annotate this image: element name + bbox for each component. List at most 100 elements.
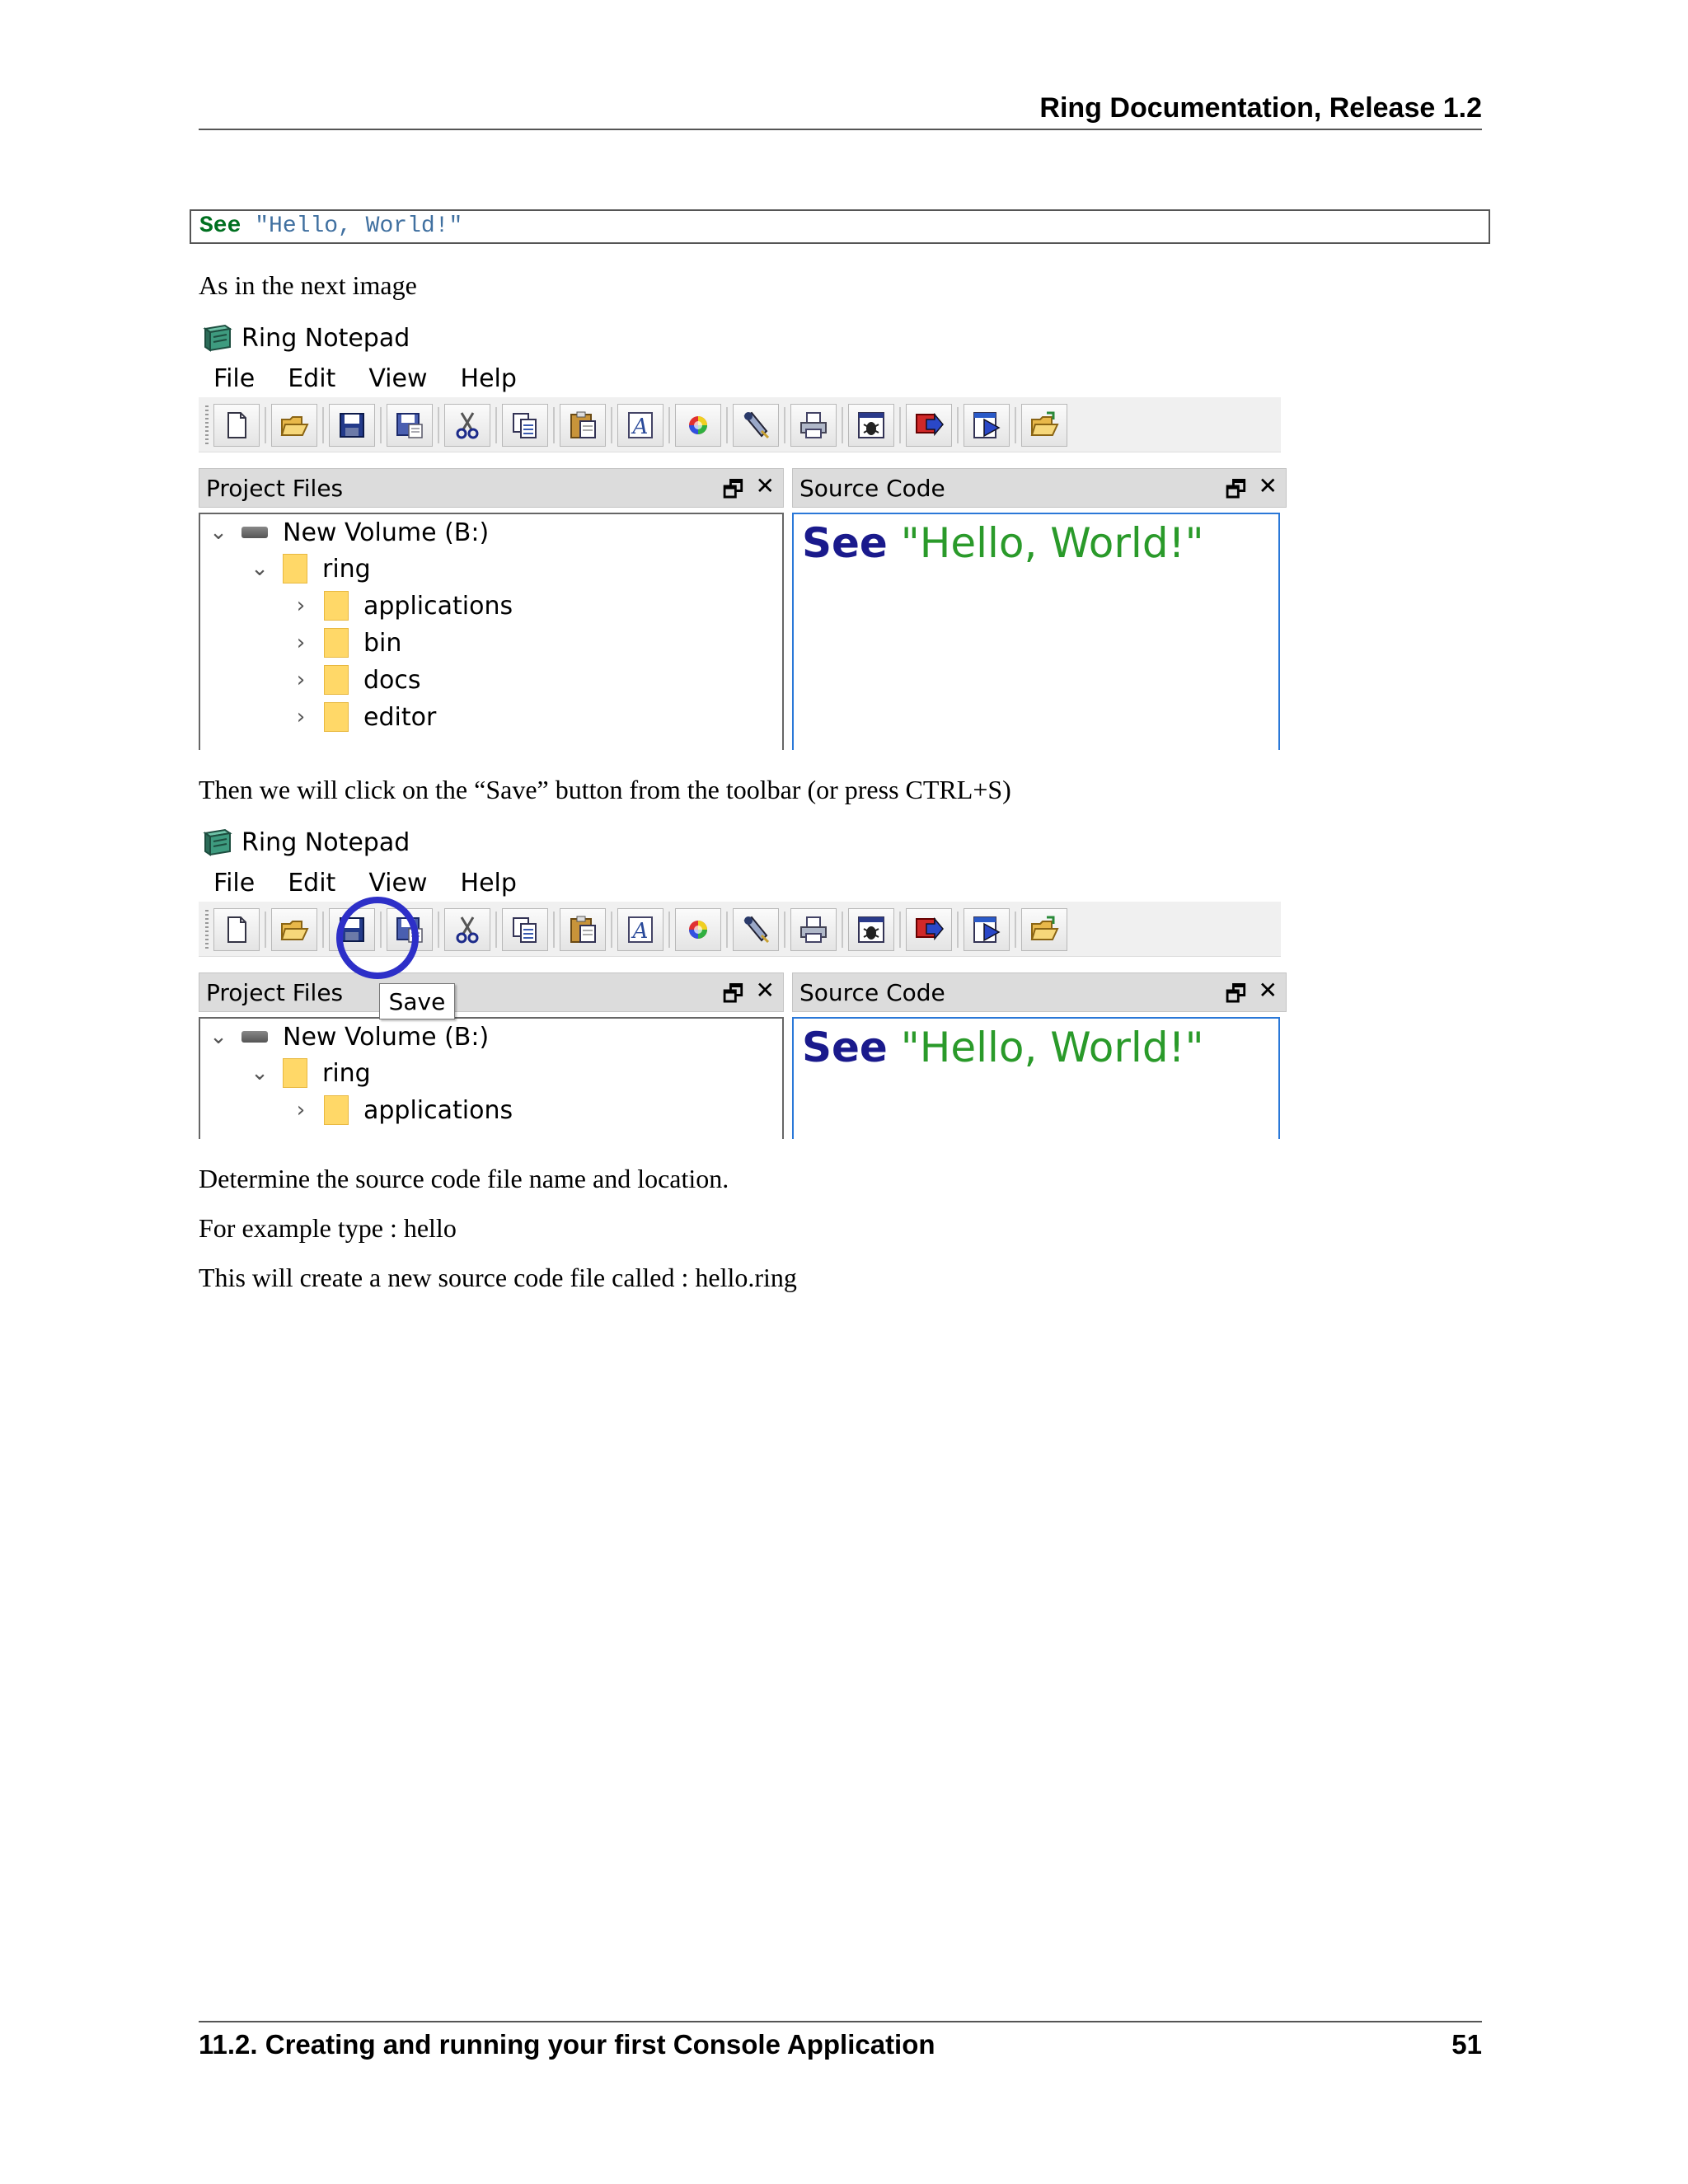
open-project-button[interactable] xyxy=(1021,404,1067,447)
chevron-right-icon[interactable]: › xyxy=(291,668,311,692)
menu-bar: File Edit View Help xyxy=(213,364,517,393)
tree-item-applications[interactable]: › applications xyxy=(291,588,513,624)
tree-item-docs[interactable]: › docs xyxy=(291,662,421,698)
tree-item-editor[interactable]: › editor xyxy=(291,699,436,735)
tree-item-applications[interactable]: › applications xyxy=(291,1092,513,1128)
dock-float-icon[interactable]: 🗗 xyxy=(722,977,743,1016)
paste-button[interactable] xyxy=(560,908,606,951)
chevron-down-icon[interactable]: ⌄ xyxy=(250,556,270,581)
copy-button[interactable] xyxy=(502,908,548,951)
debug-button[interactable] xyxy=(848,908,894,951)
run-no-console-button[interactable] xyxy=(964,404,1010,447)
color-button[interactable] xyxy=(675,908,721,951)
save-as-button[interactable] xyxy=(387,404,433,447)
menu-edit[interactable]: Edit xyxy=(288,869,335,898)
save-as-icon xyxy=(396,413,423,438)
save-highlight-circle xyxy=(336,897,419,979)
source-code-dock-title[interactable]: Source Code 🗗 ✕ xyxy=(792,972,1287,1012)
source-code-dock-title[interactable]: Source Code 🗗 ✕ xyxy=(792,468,1287,508)
run-no-console-button[interactable] xyxy=(964,908,1010,951)
svg-text:A: A xyxy=(631,919,649,944)
tree-item-label: ring xyxy=(322,1058,371,1088)
chevron-right-icon[interactable]: › xyxy=(291,630,311,655)
dock-close-icon[interactable]: ✕ xyxy=(756,472,775,512)
menu-file[interactable]: File xyxy=(213,364,255,393)
print-button[interactable] xyxy=(790,908,837,951)
menu-view[interactable]: View xyxy=(368,364,427,393)
tree-item-label: New Volume (B:) xyxy=(283,1022,490,1052)
source-code-editor[interactable]: See "Hello, World!" xyxy=(792,1017,1280,1139)
color-icon xyxy=(689,921,707,939)
menu-file[interactable]: File xyxy=(213,869,255,898)
open-project-button[interactable] xyxy=(1021,908,1067,951)
paste-button[interactable] xyxy=(560,404,606,447)
chevron-down-icon[interactable]: ⌄ xyxy=(209,1024,228,1049)
color-button[interactable] xyxy=(675,404,721,447)
font-button[interactable]: A xyxy=(617,908,663,951)
toolbar-grip[interactable] xyxy=(205,910,209,949)
open-button[interactable] xyxy=(271,404,317,447)
new-file-button[interactable] xyxy=(213,908,260,951)
run-button[interactable] xyxy=(906,908,952,951)
copy-button[interactable] xyxy=(502,404,548,447)
cut-button[interactable] xyxy=(444,908,490,951)
open-folder-icon xyxy=(280,416,309,436)
print-button[interactable] xyxy=(790,404,837,447)
folder-icon xyxy=(283,1058,307,1088)
chevron-right-icon[interactable]: › xyxy=(291,705,311,729)
dock-close-icon[interactable]: ✕ xyxy=(1259,977,1278,1016)
code-string: "Hello, World!" xyxy=(255,213,463,239)
cut-icon xyxy=(456,412,479,439)
run-button[interactable] xyxy=(906,404,952,447)
debug-button[interactable] xyxy=(848,404,894,447)
toolbar-grip[interactable] xyxy=(205,405,209,445)
menu-help[interactable]: Help xyxy=(461,869,517,898)
app-title: Ring Notepad xyxy=(241,323,410,353)
project-files-dock-title[interactable]: Project Files 🗗 ✕ xyxy=(199,972,784,1012)
run-icon xyxy=(916,412,944,437)
paragraph-4: For example type : hello xyxy=(199,1213,457,1243)
source-code-editor[interactable]: See "Hello, World!" xyxy=(792,513,1280,750)
menu-bar: File Edit View Help xyxy=(213,869,517,898)
tree-item-ring[interactable]: ⌄ ring xyxy=(250,551,371,587)
folder-icon xyxy=(283,554,307,583)
menu-view[interactable]: View xyxy=(368,869,427,898)
folder-icon xyxy=(324,1095,349,1125)
chevron-down-icon[interactable]: ⌄ xyxy=(209,520,228,545)
tree-item-label: editor xyxy=(363,702,437,732)
tree-item-label: applications xyxy=(363,1095,513,1125)
tree-item-drive[interactable]: ⌄ New Volume (B:) xyxy=(209,1019,489,1055)
open-button[interactable] xyxy=(271,908,317,951)
tools-button[interactable] xyxy=(733,404,779,447)
tree-item-bin[interactable]: › bin xyxy=(291,625,401,661)
dock-float-icon[interactable]: 🗗 xyxy=(1225,472,1246,512)
project-files-dock-title[interactable]: Project Files 🗗 ✕ xyxy=(199,468,784,508)
new-file-icon xyxy=(227,412,246,438)
dock-float-icon[interactable]: 🗗 xyxy=(722,472,743,512)
chevron-down-icon[interactable]: ⌄ xyxy=(250,1061,270,1085)
chevron-right-icon[interactable]: › xyxy=(291,593,311,618)
dock-float-icon[interactable]: 🗗 xyxy=(1225,977,1246,1016)
folder-icon xyxy=(324,591,349,621)
dock-close-icon[interactable]: ✕ xyxy=(756,977,775,1016)
menu-edit[interactable]: Edit xyxy=(288,364,335,393)
editor-string: "Hello, World!" xyxy=(900,519,1204,567)
tree-item-ring[interactable]: ⌄ ring xyxy=(250,1055,371,1091)
tree-item-label: New Volume (B:) xyxy=(283,518,490,547)
new-file-button[interactable] xyxy=(213,404,260,447)
font-icon: A xyxy=(628,412,653,439)
dock-close-icon[interactable]: ✕ xyxy=(1259,472,1278,512)
print-icon xyxy=(800,916,827,943)
chevron-right-icon[interactable]: › xyxy=(291,1098,311,1122)
save-icon xyxy=(340,413,364,438)
menu-help[interactable]: Help xyxy=(461,364,517,393)
tree-item-drive[interactable]: ⌄ New Volume (B:) xyxy=(209,514,489,551)
cut-button[interactable] xyxy=(444,404,490,447)
print-icon xyxy=(800,412,827,438)
save-button[interactable] xyxy=(329,404,375,447)
project-files-title: Project Files xyxy=(206,474,344,502)
font-button[interactable]: A xyxy=(617,404,663,447)
paragraph-1: As in the next image xyxy=(199,270,417,300)
tree-item-label: applications xyxy=(363,591,513,621)
tools-button[interactable] xyxy=(733,908,779,951)
